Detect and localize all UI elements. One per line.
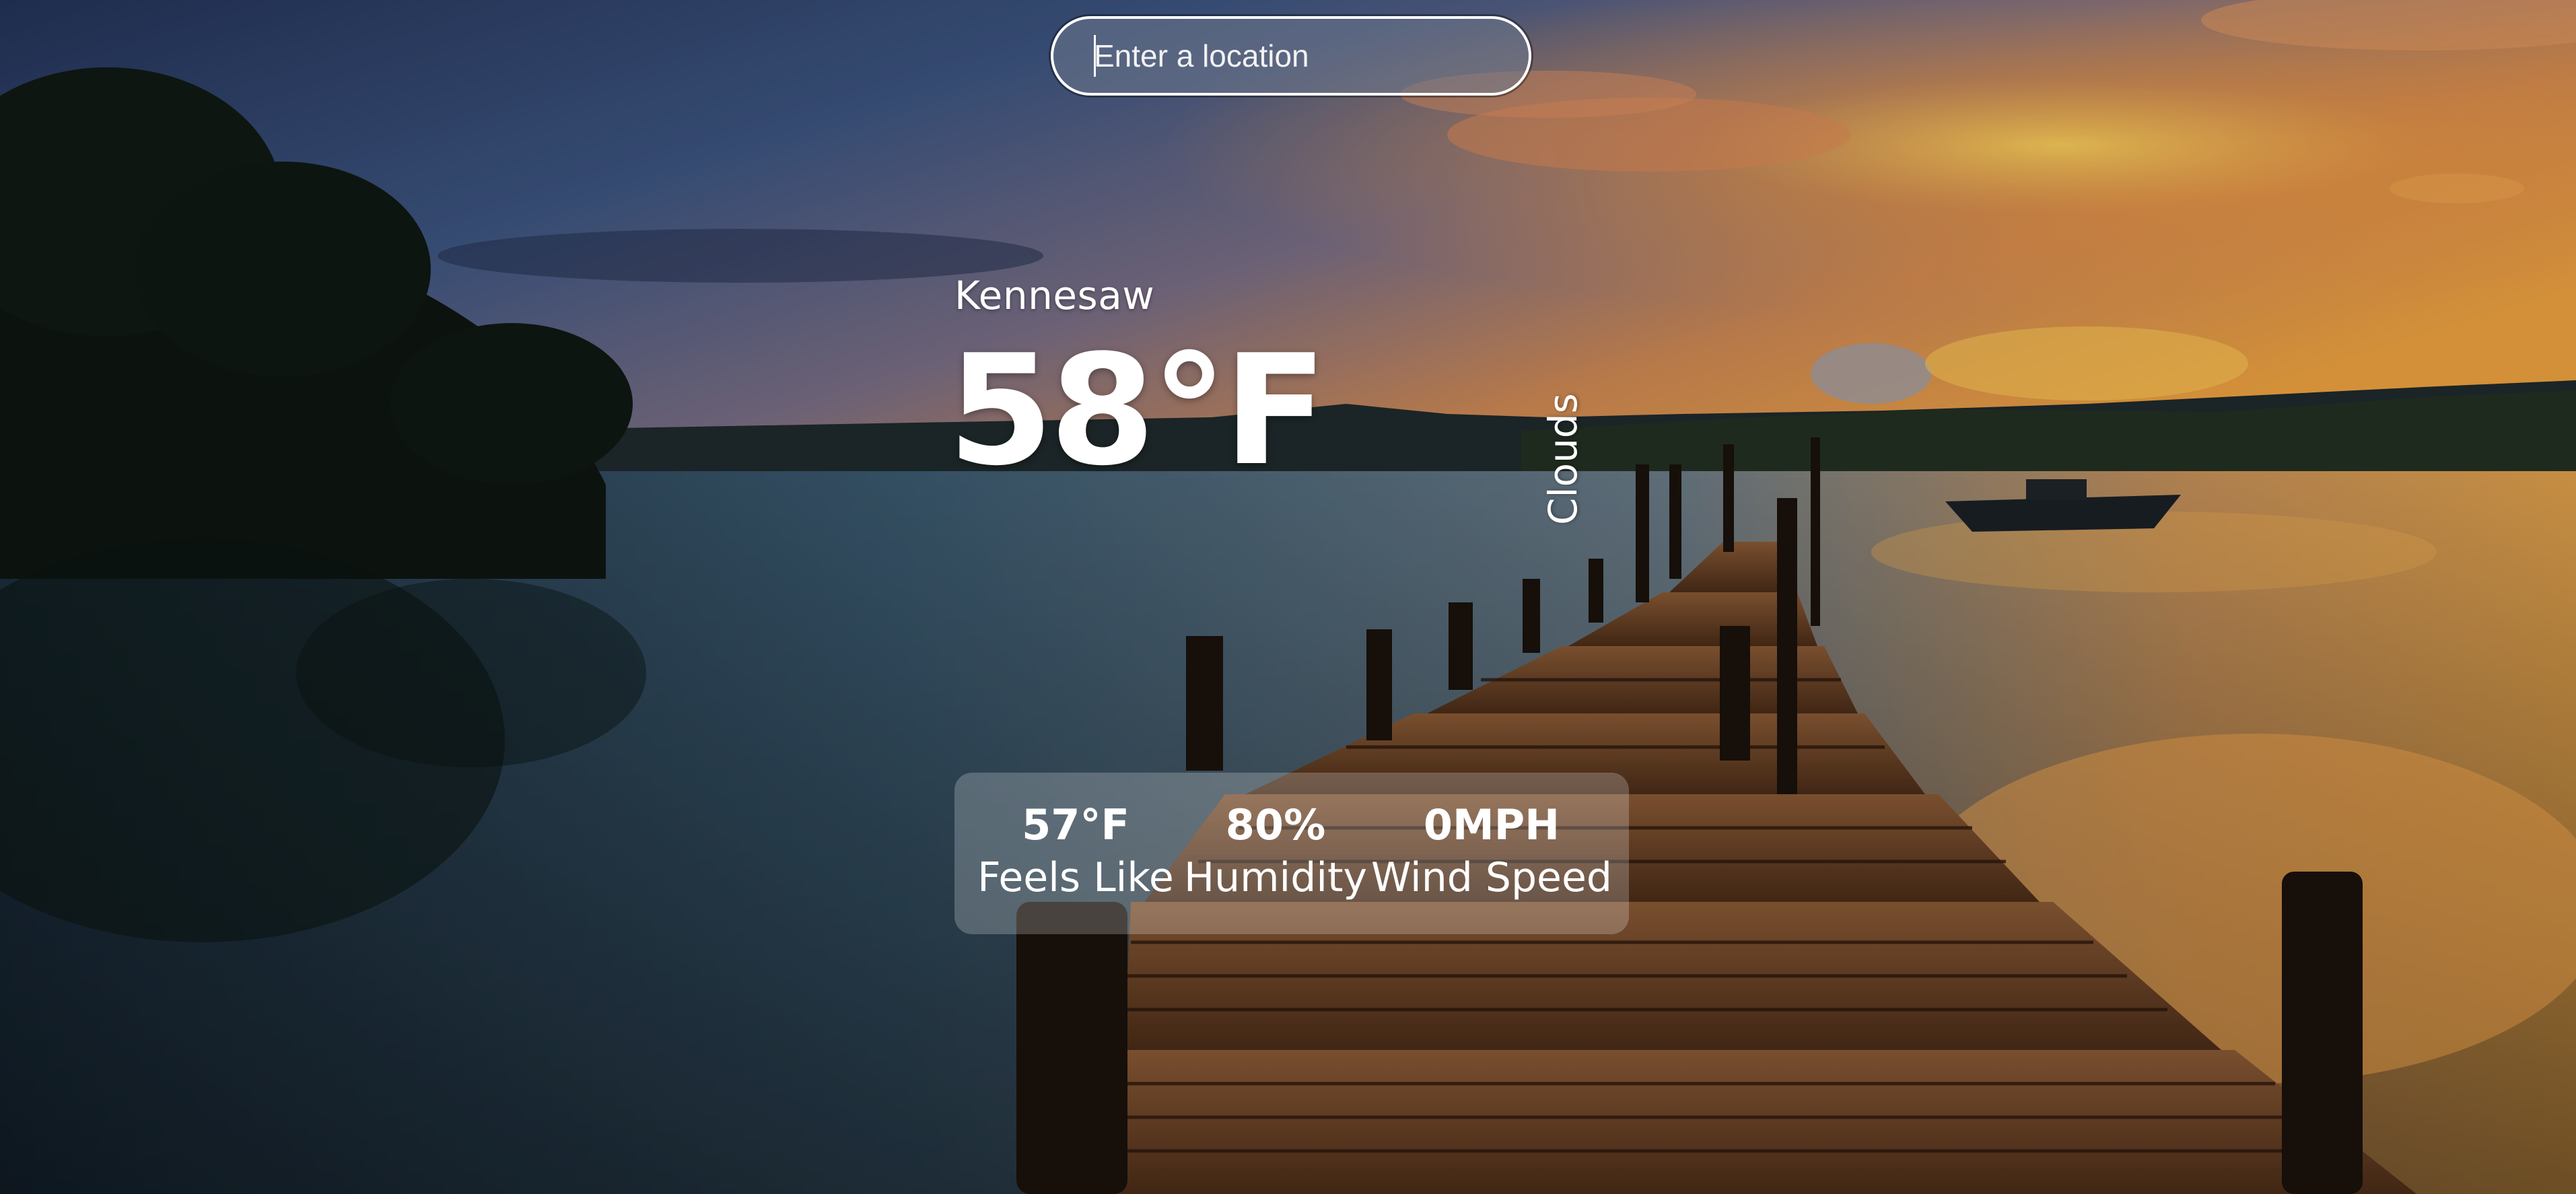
location-search-input[interactable] — [1094, 34, 1511, 78]
feels-like-label: Feels Like — [977, 854, 1174, 901]
feels-like-stat: 57°F Feels Like — [954, 800, 1197, 905]
wind-speed-value: 0MPH — [1423, 800, 1560, 849]
weather-condition: Clouds — [1540, 393, 1586, 525]
city-name: Kennesaw — [954, 273, 1155, 318]
humidity-value: 80% — [1225, 800, 1326, 849]
current-temperature: 58°F — [948, 322, 1327, 499]
wind-speed-stat: 0MPH Wind Speed — [1357, 800, 1626, 905]
wind-speed-label: Wind Speed — [1371, 854, 1612, 901]
humidity-label: Humidity — [1183, 854, 1368, 901]
feels-like-value: 57°F — [1022, 800, 1129, 849]
weather-stats-panel: 57°F Feels Like 80% Humidity 0MPH Wind S… — [954, 773, 1629, 934]
weather-app: Kennesaw 58°F Clouds 57°F Feels Like 80%… — [0, 0, 2576, 1194]
background-photo — [0, 0, 2576, 1194]
text-cursor — [1094, 35, 1096, 77]
humidity-stat: 80% Humidity — [1164, 800, 1387, 905]
location-search[interactable] — [1051, 16, 1531, 96]
